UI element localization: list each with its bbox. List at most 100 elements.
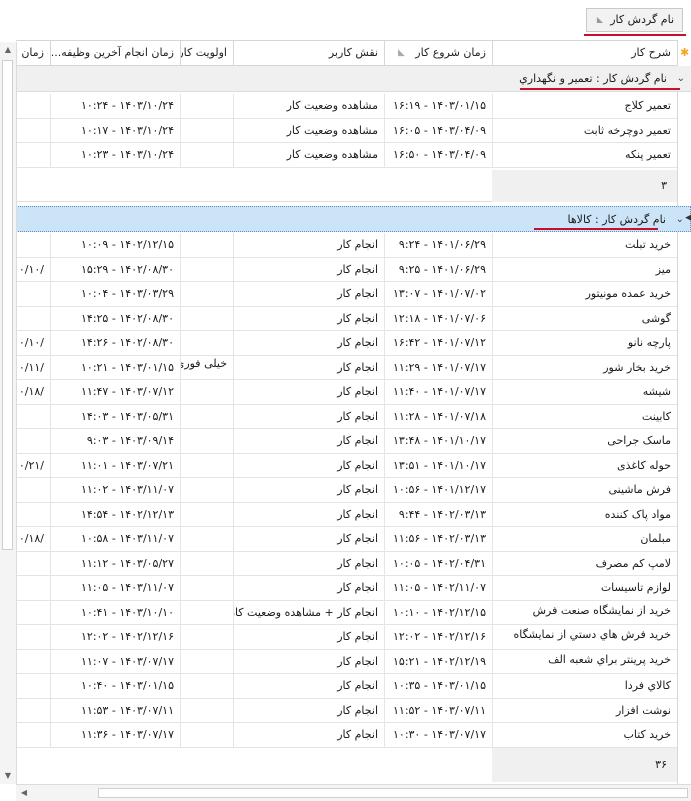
table-cell: گوشی [492,306,677,331]
scroll-thumb[interactable] [2,60,13,550]
group-count: ۳۶ [492,748,677,782]
table-row[interactable]: فرش ماشینی ۱۴۰۱/۱۲/۱۷ - ۱۰:۵۶ انجام کار ۱۴۰… [16,478,677,503]
table-cell [16,233,50,257]
table-cell: خرید از نمایشگاه صنعت فرش [492,600,677,625]
table-cell [180,94,233,118]
table-cell: ۱۴۰۲/۱۲/۱۶ - ۱۲:۰۲ [50,625,180,649]
column-header-priority[interactable]: اولویت کار [180,41,233,65]
column-header-time[interactable]: زمان ت [16,41,50,65]
table-cell: ۱۴۰۳/۰۷/۱۲ - ۱۱:۴۷ [50,380,180,404]
row-indicator-column [677,40,691,784]
table-cell: ۱۴۰۲/۱۲/۱۵ - ۱۰:۱۰ [384,600,492,625]
table-cell: ۱۴۰۳/۱۰/۲۴ - ۱۰:۲۴ [50,94,180,118]
column-header-last-task-time[interactable]: زمان انجام آخرین وظیفه... [50,41,180,65]
table-row[interactable]: حوله کاغذی ۱۴۰۱/۱۰/۱۷ - ۱۳:۵۱ انجام کار ۱۴۰… [16,453,677,478]
horizontal-scrollbar[interactable]: ◀ [16,784,691,801]
table-cell: ۱۴۰۲/۰۸/۳۰ - ۱۵:۲۹ [50,257,180,282]
column-header-user-role[interactable]: نقش کاربر [233,41,384,65]
table-cell: ۱۴۰۱/۱۲/۱۷ - ۱۰:۵۶ [384,478,492,502]
table-cell: کابینت [492,404,677,429]
table-row[interactable]: تعمیر کلاج ۱۴۰۳/۰۱/۱۵ - ۱۶:۱۹ مشاهده وضعیت… [16,94,677,119]
table-cell [180,698,233,723]
table-cell: ۱۴۰۱/۱۰/۱۷ - ۱۳:۴۸ [384,429,492,453]
table-cell: انجام کار [233,551,384,576]
table-cell [180,233,233,257]
table-cell [16,405,50,429]
table-row[interactable]: مبلمان ۱۴۰۲/۰۳/۱۳ - ۱۱:۵۶ انجام کار ۱۴۰۳/۱۱… [16,527,677,552]
table-cell: ۱۴۰۳/۰۷/۲۱ - ۱۱:۰۱ [50,453,180,478]
table-row[interactable]: تعمیر پنکه ۱۴۰۳/۰۴/۰۹ - ۱۶:۵۰ مشاهده وضعیت… [16,143,677,168]
chevron-down-icon[interactable]: ⌄ [676,207,684,233]
table-row[interactable]: خرید کتاب ۱۴۰۳/۰۷/۱۷ - ۱۰:۳۰ انجام کار ۱۴۰۳… [16,723,677,748]
table-cell: ۱۴۰۲/۱۲/۱۶ - ۱۲:۰۲ [384,625,492,649]
table-row[interactable]: کالاي فردا ۱۴۰۳/۰۱/۱۵ - ۱۰:۳۵ انجام کار ۱۴۰… [16,674,677,699]
table-cell: ۱۴۰۳/۰۷/۱۷ - ۱۱:۰۷ [50,649,180,674]
table-row[interactable]: کابینت ۱۴۰۱/۰۷/۱۸ - ۱۱:۲۸ انجام کار ۱۴۰۳/۰۵… [16,404,677,429]
table-row[interactable]: پارچه نانو ۱۴۰۱/۰۷/۱۲ - ۱۶:۴۲ انجام کار ۱۴۰… [16,331,677,356]
table-cell [16,478,50,502]
table-row[interactable]: شیشه ۱۴۰۱/۰۷/۱۷ - ۱۱:۴۰ انجام کار ۱۴۰۳/۰۷/۱… [16,380,677,405]
table-row[interactable]: خرید از نمایشگاه صنعت فرش ۱۴۰۲/۱۲/۱۵ - ۱۰… [16,600,677,625]
table-row[interactable]: خرید بخار شور ۱۴۰۱/۰۷/۱۷ - ۱۱:۲۹ انجام کار… [16,355,677,380]
table-cell: لامپ کم مصرف [492,551,677,576]
table-row[interactable]: تعمیر دوچرخه ثابت ۱۴۰۳/۰۴/۰۹ - ۱۶:۰۵ مشاهد… [16,118,677,143]
table-cell: انجام کار [233,282,384,306]
table-row[interactable]: خرید تبلت ۱۴۰۱/۰۶/۲۹ - ۹:۲۴ انجام کار ۱۴۰۲/… [16,233,677,258]
table-cell: ۱۴۰۲/۰۳/۱۳ - ۱۱:۵۶ [384,527,492,551]
table-cell: ۱۴۰۱/۰۶/۲۹ - ۹:۲۴ [384,233,492,257]
table-cell: ۱۴۰۳/۰۴/۰۹ - ۱۶:۰۵ [384,118,492,143]
scroll-left-icon[interactable]: ◀ [16,785,32,801]
table-cell: ۱۴۰۳/۱۰/۲۴ - ۱۰:۱۷ [50,118,180,143]
table-cell: خرید فرش هاي دستي از نمایشگاه [492,625,677,649]
table-row[interactable]: مواد پاک کننده ۱۴۰۲/۰۳/۱۳ - ۹:۴۴ انجام کار… [16,502,677,527]
table-row[interactable]: ماسک جراحی ۱۴۰۱/۱۰/۱۷ - ۱۳:۴۸ انجام کار ۱۴۰… [16,429,677,454]
table-cell [180,429,233,453]
group-by-chip[interactable]: نام گردش کار ◣ [586,8,683,32]
scroll-up-icon[interactable]: ▲ [0,42,16,58]
table-cell: ۱۴۰۱/۰۷/۱۷ - ۱۱:۲۹ [384,355,492,380]
table-cell: لوازم تاسیسات [492,576,677,600]
table-row[interactable]: گوشی ۱۴۰۱/۰۷/۰۶ - ۱۲:۱۸ انجام کار ۱۴۰۲/۰۸/۳… [16,306,677,331]
column-header-description[interactable]: شرح کار [492,41,677,65]
table-cell: ۱۴۰۲/۱۲/۱۹ - ۱۵:۲۱ [384,649,492,674]
table-cell [180,625,233,649]
group-by-panel: نام گردش کار ◣ [0,0,691,40]
table-cell [180,723,233,747]
table-cell [16,94,50,118]
table-row[interactable]: لامپ کم مصرف ۱۴۰۲/۰۴/۳۱ - ۱۰:۰۵ انجام کار ۱… [16,551,677,576]
table-cell: انجام کار [233,380,384,404]
table-cell: ۱۴۰۲/۱۱/۰۷ - ۱۱:۰۵ [384,576,492,600]
vertical-scrollbar[interactable]: ▲ ▼ [0,42,17,784]
table-row[interactable]: خرید عمده مونیتور ۱۴۰۱/۰۷/۰۲ - ۱۳:۰۷ انجام… [16,282,677,307]
table-cell [180,282,233,306]
table-cell [16,143,50,167]
table-cell [16,699,50,723]
table-row[interactable]: نوشت افزار ۱۴۰۳/۰۷/۱۱ - ۱۱:۵۲ انجام کار ۱۴۰… [16,698,677,723]
table-cell [16,119,50,143]
table-row[interactable]: لوازم تاسیسات ۱۴۰۲/۱۱/۰۷ - ۱۱:۰۵ انجام کار… [16,576,677,601]
table-cell: انجام کار [233,257,384,282]
table-cell: مشاهده وضعیت کار [233,118,384,143]
horizontal-scroll-thumb[interactable] [98,788,688,798]
table-cell: انجام کار [233,478,384,502]
table-cell: ۱۴۰۲/۰۸/۳۰ - ۱۴:۲۵ [50,306,180,331]
scroll-down-icon[interactable]: ▼ [0,768,16,784]
table-cell: ۱۴۰۳/۰۱/۱۵ - ۱۰:۴۰ [50,674,180,698]
table-cell: انجام کار [233,576,384,600]
column-header-row: شرح کار زمان شروع کار ◣ نقش کاربر اولویت… [16,40,691,66]
table-cell: انجام کار [233,649,384,674]
table-cell: انجام کار [233,674,384,698]
group-summary-row: ۳ [16,169,677,202]
table-cell: انجام کار + مشاهده وضعیت کار [233,600,384,625]
table-cell: ۱۴۰۳/۰۱/۱۵ - ۱۶:۱۹ [384,94,492,118]
table-cell: ۱۴۰۳/۰۱/۱۵ - ۱۰:۳۵ [384,674,492,698]
table-row[interactable]: خرید پرینتر براي شعبه الف ۱۴۰۲/۱۲/۱۹ - ۱۵… [16,649,677,674]
table-cell: پارچه نانو [492,331,677,355]
table-cell [16,429,50,453]
table-cell: انجام کار [233,502,384,527]
table-cell: /۱۰/۲۱ [16,458,44,472]
table-cell [180,143,233,167]
table-row[interactable]: میز ۱۴۰۱/۰۶/۲۹ - ۹:۲۵ انجام کار ۱۴۰۲/۰۸/۳۰ … [16,257,677,282]
table-row[interactable]: خرید فرش هاي دستي از نمایشگاه ۱۴۰۲/۱۲/۱۶ … [16,625,677,650]
table-cell: ۱۴۰۳/۰۱/۱۵ - ۱۰:۲۱ [50,355,180,380]
